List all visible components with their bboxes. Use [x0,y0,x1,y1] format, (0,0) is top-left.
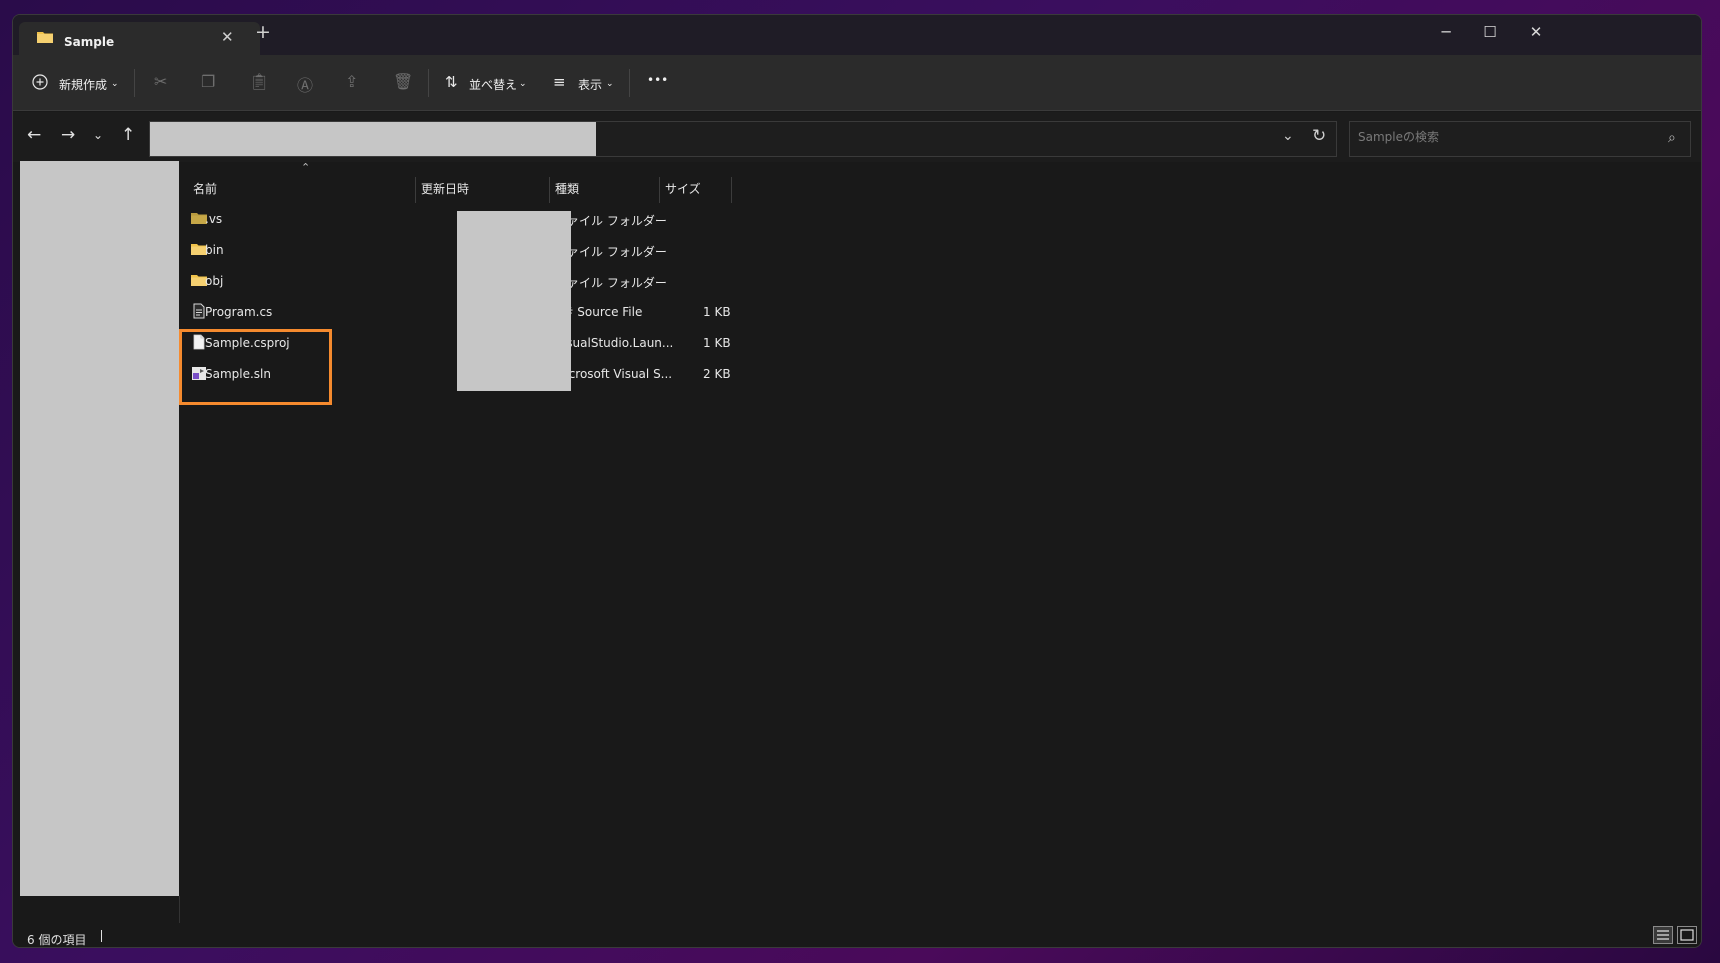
delete-icon[interactable]: 🗑︎ [393,72,413,91]
column-header-name-label: 名前 [193,182,218,196]
thumbnail-view-icon [1680,929,1694,941]
file-type: VisualStudio.Laun... [555,336,674,350]
address-row: ← → ⌄ ↑ ⌄ ↻ ⌕ [13,112,1701,162]
title-bar: Sample ✕ + ─ ☐ ✕ [13,15,1701,55]
file-type: ファイル フォルダー [555,214,667,228]
sort-button-label: 並べ替え [469,78,518,92]
new-button-label: 新規作成 [59,78,108,92]
column-header-type-label: 種類 [555,182,580,196]
toolbar-divider [629,69,630,97]
search-input[interactable] [1358,130,1648,144]
tab-close-button[interactable]: ✕ [221,28,234,46]
folder-icon [37,32,53,43]
more-options-button[interactable]: ••• [647,73,668,87]
file-size: 2 KB [703,367,731,381]
thumbnail-view-button[interactable] [1677,926,1697,944]
chevron-down-icon: ⌄ [606,79,614,89]
recent-chevron-icon[interactable]: ⌄ [93,128,103,142]
up-arrow-icon[interactable]: ↑ [121,125,135,145]
file-size: 1 KB [703,336,731,350]
file-name: bin [205,243,224,257]
toolbar-divider [428,69,429,97]
close-window-button[interactable]: ✕ [1521,23,1551,47]
rename-icon[interactable]: Ⓐ [297,72,313,96]
address-bar[interactable]: ⌄ ↻ [149,121,1337,157]
chevron-down-icon[interactable]: ⌄ [1282,128,1294,144]
column-header-date-label: 更新日時 [421,182,470,196]
explorer-window: Sample ✕ + ─ ☐ ✕ 新規作成 ⌄ ✂ ❐ 📋︎ Ⓐ ⇪ 🗑︎ ⇅ … [12,14,1702,948]
file-list: ⌃ 名前 更新日時 種類 サイズ .vs ファイル フォルダー bin ファイル… [179,161,1701,881]
file-name: obj [205,274,224,288]
navigation-pane-redacted [20,161,179,896]
minimize-button[interactable]: ─ [1431,23,1461,47]
new-tab-button[interactable]: + [255,21,271,43]
status-bar: 6 個の項目 [13,923,1701,947]
maximize-button[interactable]: ☐ [1475,23,1505,47]
sort-icon: ⇅ [445,73,458,91]
toolbar-divider [134,69,135,97]
forward-arrow-icon[interactable]: → [61,125,75,145]
command-bar: 新規作成 ⌄ ✂ ❐ 📋︎ Ⓐ ⇪ 🗑︎ ⇅ 並べ替え ⌄ ≡ 表示 ⌄ ••• [13,55,1701,111]
paste-icon[interactable]: 📋︎ [249,72,269,91]
item-count: 6 個の項目 [27,933,87,947]
file-type: ファイル フォルダー [555,276,667,290]
tab-sample[interactable]: Sample ✕ [19,22,260,55]
file-type: ファイル フォルダー [555,245,667,259]
file-name: .vs [205,212,223,226]
navigation-pane [20,161,180,941]
view-list-icon: ≡ [553,73,566,91]
chevron-down-icon: ⌄ [111,79,119,89]
sort-ascending-icon: ⌃ [301,161,311,174]
tab-title: Sample [64,35,115,49]
file-name: Program.cs [205,305,273,319]
details-view-icon [1657,930,1669,940]
refresh-icon[interactable]: ↻ [1312,126,1326,146]
plus-circle-icon [32,74,48,90]
column-divider[interactable] [731,177,732,203]
search-box[interactable]: ⌕ [1349,121,1691,157]
column-header-size-label: サイズ [665,182,701,196]
search-icon: ⌕ [1668,130,1676,146]
status-divider [101,930,102,942]
file-type: Microsoft Visual S... [555,367,673,381]
copy-icon[interactable]: ❐ [201,72,215,91]
date-column-redacted [457,211,571,391]
address-path-redacted [150,122,596,156]
highlight-box [179,329,332,405]
cut-icon[interactable]: ✂ [154,72,167,91]
details-view-button[interactable] [1653,926,1673,944]
file-size: 1 KB [703,305,731,319]
view-button-label: 表示 [578,78,603,92]
back-arrow-icon[interactable]: ← [27,125,41,145]
share-icon[interactable]: ⇪ [345,72,358,91]
chevron-down-icon: ⌄ [519,79,527,89]
